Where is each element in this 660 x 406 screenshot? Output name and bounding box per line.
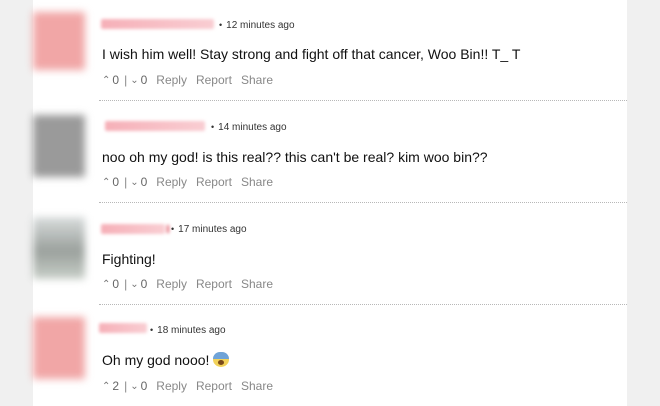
avatar[interactable] <box>33 317 85 379</box>
comment-text: I wish him well! Stay strong and fight o… <box>102 46 521 62</box>
vote-divider: | <box>124 277 128 291</box>
timestamp[interactable]: 17 minutes ago <box>178 224 246 235</box>
comment-meta: • 14 minutes ago <box>211 122 287 133</box>
timestamp[interactable]: 14 minutes ago <box>218 122 286 133</box>
upvote-count: 0 <box>112 175 120 189</box>
report-button[interactable]: Report <box>196 277 232 291</box>
comment-divider <box>99 100 627 101</box>
report-button[interactable]: Report <box>196 73 232 87</box>
separator-dot: • <box>171 224 175 234</box>
reply-button[interactable]: Reply <box>156 379 187 393</box>
comment-actions: ⌃ 2 | ⌄ 0 Reply Report Share <box>102 379 273 393</box>
upvote-count: 0 <box>112 73 120 87</box>
username[interactable] <box>101 224 169 234</box>
timestamp[interactable]: 18 minutes ago <box>157 325 225 336</box>
username[interactable] <box>101 19 214 29</box>
screaming-face-emoji-icon <box>213 352 230 367</box>
avatar[interactable] <box>33 115 85 177</box>
downvote-count: 0 <box>140 379 148 393</box>
share-button[interactable]: Share <box>241 175 273 189</box>
downvote-count: 0 <box>140 175 148 189</box>
username[interactable] <box>105 121 205 131</box>
comment-divider <box>99 304 627 305</box>
report-button[interactable]: Report <box>196 379 232 393</box>
share-button[interactable]: Share <box>241 73 273 87</box>
comment-actions: ⌃ 0 | ⌄ 0 Reply Report Share <box>102 277 273 291</box>
comments-panel: • 12 minutes ago I wish him well! Stay st… <box>33 0 627 406</box>
upvote-count: 0 <box>112 277 120 291</box>
caret-up-icon[interactable]: ⌃ <box>102 177 110 188</box>
avatar[interactable] <box>33 12 85 70</box>
username-tail <box>167 225 169 233</box>
upvote-count: 2 <box>112 379 120 393</box>
comment-text: Fighting! <box>102 251 156 267</box>
caret-up-icon[interactable]: ⌃ <box>102 381 110 392</box>
share-button[interactable]: Share <box>241 379 273 393</box>
comment-divider <box>99 202 627 203</box>
caret-up-icon[interactable]: ⌃ <box>102 279 110 290</box>
reply-button[interactable]: Reply <box>156 277 187 291</box>
username[interactable] <box>99 323 147 333</box>
comment-text: noo oh my god! is this real?? this can't… <box>102 149 488 165</box>
vote-divider: | <box>124 175 128 189</box>
caret-down-icon[interactable]: ⌄ <box>130 279 138 290</box>
caret-down-icon[interactable]: ⌄ <box>130 177 138 188</box>
comment-meta: • 12 minutes ago <box>219 20 295 31</box>
comment-actions: ⌃ 0 | ⌄ 0 Reply Report Share <box>102 73 273 87</box>
avatar[interactable] <box>33 217 85 279</box>
caret-up-icon[interactable]: ⌃ <box>102 75 110 86</box>
comment-meta: • 17 minutes ago <box>171 224 247 235</box>
share-button[interactable]: Share <box>241 277 273 291</box>
vote-divider: | <box>124 73 128 87</box>
reply-button[interactable]: Reply <box>156 175 187 189</box>
separator-dot: • <box>219 20 223 30</box>
comment-actions: ⌃ 0 | ⌄ 0 Reply Report Share <box>102 175 273 189</box>
downvote-count: 0 <box>140 277 148 291</box>
comment-meta: • 18 minutes ago <box>150 325 226 336</box>
caret-down-icon[interactable]: ⌄ <box>130 75 138 86</box>
caret-down-icon[interactable]: ⌄ <box>130 381 138 392</box>
separator-dot: • <box>150 325 154 335</box>
comment-text-content: Oh my god nooo! <box>102 352 210 368</box>
downvote-count: 0 <box>140 73 148 87</box>
vote-divider: | <box>124 379 128 393</box>
reply-button[interactable]: Reply <box>156 73 187 87</box>
comment-text: Oh my god nooo! <box>102 352 230 368</box>
report-button[interactable]: Report <box>196 175 232 189</box>
timestamp[interactable]: 12 minutes ago <box>226 20 294 31</box>
separator-dot: • <box>211 122 215 132</box>
